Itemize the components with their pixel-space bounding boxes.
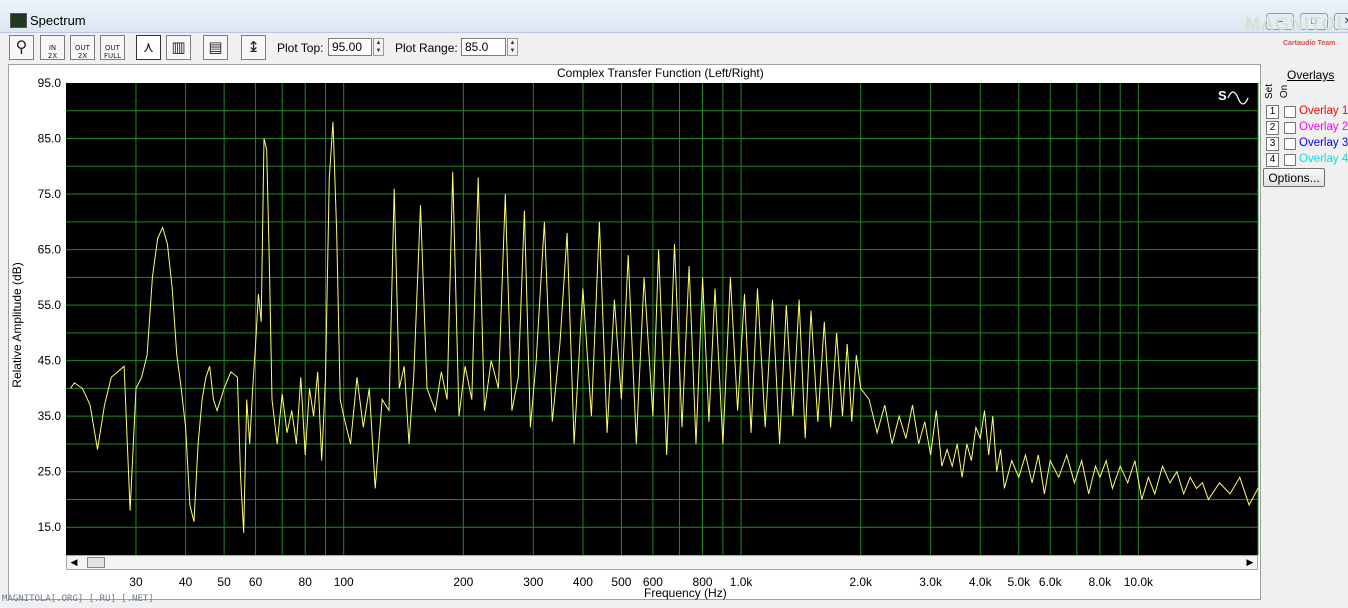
overlay-set-button[interactable]: 1 [1266,105,1279,119]
y-axis-label: Relative Amplitude (dB) [10,262,24,388]
overlays-on-column: On [1279,84,1291,99]
overlay-name: Overlay 4 [1299,153,1348,165]
overlay-checkbox[interactable] [1284,138,1296,150]
overlay-set-button[interactable]: 3 [1266,137,1279,151]
horizontal-scrollbar[interactable]: ◀ ▶ [66,555,1258,570]
overlay-name: Overlay 2 [1299,121,1348,133]
table-icon[interactable]: ▤ [203,35,228,60]
overlay-checkbox[interactable] [1284,122,1296,134]
plot-range-spinner[interactable]: ▲ ▼ [507,38,518,56]
x-axis-label: Frequency (Hz) [644,586,727,600]
bar-mode-icon[interactable]: ▥ [166,35,191,60]
chart-frame [8,64,1261,600]
overlay-set-button[interactable]: 2 [1266,121,1279,135]
chart-title: Complex Transfer Function (Left/Right) [557,66,764,80]
overlay-row: 1 Overlay 1 [1266,105,1348,119]
zoom-in-2x-icon[interactable]: IN 2X [40,35,65,60]
overlay-row: 3 Overlay 3 [1266,137,1348,151]
overlay-name: Overlay 1 [1299,105,1348,117]
window-title: Spectrum [30,13,86,28]
footer-credit: MAGNITOLA[.ORG] [.RU] [.NET] [2,594,154,604]
overlay-set-button[interactable]: 4 [1266,153,1279,167]
overlay-name: Overlay 3 [1299,137,1348,149]
overlay-row: 4 Overlay 4 [1266,153,1348,167]
overlays-set-column: Set [1264,83,1276,100]
scale-icon[interactable]: ↨ [241,35,266,60]
overlay-checkbox[interactable] [1284,106,1296,118]
overlay-checkbox[interactable] [1284,154,1296,166]
plot-range-input[interactable] [461,38,506,56]
scroll-left-icon[interactable]: ◀ [67,556,81,569]
spectrum-app-icon [10,13,27,28]
plot-top-label: Plot Top: [277,41,324,55]
plot-top-spinner[interactable]: ▲ ▼ [373,38,384,56]
scroll-thumb[interactable] [87,557,105,568]
line-mode-icon[interactable]: ⋏ [136,35,161,60]
zoom-out-2x-icon[interactable]: OUT 2X [70,35,95,60]
options-button[interactable]: Options... [1263,168,1325,187]
zoom-icon[interactable]: ⚲ [9,35,34,60]
overlay-row: 2 Overlay 2 [1266,121,1348,135]
scroll-right-icon[interactable]: ▶ [1243,556,1257,569]
watermark-logo: MAGNITOLA [1245,14,1348,34]
plot-range-label: Plot Range: [395,41,458,55]
zoom-out-full-icon[interactable]: OUT FULL [100,35,125,60]
overlays-header[interactable]: Overlays [1287,68,1334,82]
plot-top-input[interactable] [328,38,372,56]
window-titlebar: Spectrum – □ ✕ MAGNITOLA Cartaudio Team [0,0,1348,47]
